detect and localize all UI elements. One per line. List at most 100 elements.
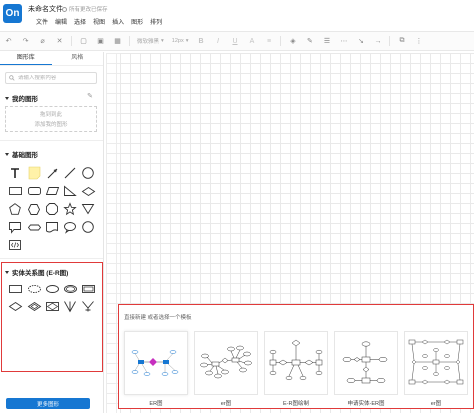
clear-format-icon[interactable]: ✕ [55, 36, 65, 46]
rounded-rectangle-shape[interactable] [26, 184, 42, 198]
curve-line-icon [64, 167, 76, 179]
attribute-ellipse-icon [45, 285, 59, 293]
sticky-note-shape[interactable] [26, 166, 42, 180]
star-shape[interactable] [62, 202, 78, 216]
font-family-select[interactable]: 微软雅黑 ▾ [137, 37, 164, 45]
line-style-icon[interactable]: ⋯ [339, 36, 349, 46]
speech-bubble-shape[interactable] [62, 220, 78, 234]
curve-shape[interactable] [62, 166, 78, 180]
diamond-shape[interactable] [80, 184, 96, 198]
cloud-shape[interactable] [26, 220, 42, 234]
er-crow-foot-one-shape[interactable] [80, 299, 96, 313]
italic-icon[interactable]: I [213, 36, 223, 46]
rectangle-shape[interactable] [7, 184, 23, 198]
template-thumbnail [342, 341, 388, 384]
font-color-icon[interactable]: A [247, 36, 257, 46]
er-entity-shape[interactable] [7, 282, 23, 296]
callout-shape[interactable] [7, 220, 23, 234]
more-shapes-button[interactable]: 更多图形 [6, 398, 90, 409]
template-thumbnail [200, 345, 252, 379]
text-shape[interactable] [7, 166, 23, 180]
line-color-icon[interactable]: ✎ [305, 36, 315, 46]
code-shape[interactable] [7, 238, 23, 252]
template-card[interactable] [264, 331, 328, 395]
er-multivalued-attribute-shape[interactable] [62, 282, 78, 296]
er-weak-entity-shape[interactable] [80, 282, 96, 296]
er-weak-relationship-shape[interactable] [26, 299, 42, 313]
edit-icon[interactable]: ✎ [87, 92, 93, 100]
menu-select[interactable]: 选择 [74, 17, 86, 26]
font-size-select[interactable]: 12px ▾ [172, 38, 189, 44]
template-card[interactable] [404, 331, 468, 395]
crows-foot-one-icon [82, 300, 94, 311]
my-shapes-hint-1: 拖到到此 [39, 112, 62, 118]
er-shapes-header[interactable]: 实体关系图 (E-R图) [5, 267, 68, 277]
parallelogram-shape[interactable] [44, 184, 60, 198]
menu-view[interactable]: 视图 [93, 17, 105, 26]
triangle-shape[interactable] [62, 184, 78, 198]
shape-search[interactable] [5, 72, 97, 84]
insert-image-icon[interactable]: ▣ [96, 36, 106, 46]
line-shape[interactable] [45, 166, 61, 180]
font-family-value: 微软雅黑 [137, 39, 160, 45]
insert-table-icon[interactable]: ▦ [113, 36, 123, 46]
circle-shape[interactable] [80, 166, 96, 180]
undo-icon[interactable]: ↶ [4, 36, 14, 46]
chevron-down-icon: ▾ [161, 38, 164, 44]
er-shapes-title: 实体关系图 (E-R图) [12, 270, 69, 277]
menu-shape[interactable]: 图形 [131, 17, 143, 26]
insert-shape-icon[interactable]: ▢ [79, 36, 89, 46]
diamond-icon [81, 186, 95, 196]
arrow-style-icon[interactable]: → [373, 36, 383, 46]
arrange-icon[interactable]: ⧉ [397, 36, 407, 46]
line-width-icon[interactable]: ☰ [322, 36, 332, 46]
hexagon-shape[interactable] [26, 202, 42, 216]
more-options-icon[interactable]: ⋮ [414, 36, 424, 46]
template-card[interactable] [194, 331, 258, 395]
document-shape[interactable] [44, 220, 60, 234]
redo-icon[interactable]: ↷ [21, 36, 31, 46]
er-crow-foot-many-shape[interactable] [62, 299, 78, 313]
search-icon [9, 75, 15, 81]
document-title[interactable]: 未命名文件 [28, 4, 63, 14]
hexagon-icon [27, 203, 41, 215]
er-attribute-dashed-shape[interactable] [26, 282, 42, 296]
octagon-shape[interactable] [44, 202, 60, 216]
toolbar-divider [389, 36, 391, 46]
template-label: E-R图绘制 [283, 401, 309, 407]
underline-icon[interactable]: U [230, 36, 240, 46]
menu-insert[interactable]: 插入 [112, 17, 124, 26]
fill-color-icon[interactable]: ◈ [288, 36, 298, 46]
menu-file[interactable]: 文件 [36, 17, 48, 26]
er-relationship-shape[interactable] [7, 299, 23, 313]
rectangle-icon [8, 187, 22, 195]
double-ellipse-icon [63, 285, 77, 293]
er-associative-entity-shape[interactable] [44, 299, 60, 313]
search-input[interactable] [17, 75, 96, 81]
template-card[interactable] [124, 331, 188, 395]
connector-style-icon[interactable]: ↘ [356, 36, 366, 46]
app-logo[interactable]: On [3, 4, 22, 23]
ellipse-shape[interactable] [80, 220, 96, 234]
align-icon[interactable]: ≡ [264, 36, 274, 46]
my-shapes-dropzone[interactable]: 拖到到此 添加我的图形 [5, 106, 97, 132]
template-thumbnail [269, 339, 323, 381]
pentagon-icon [9, 203, 21, 215]
my-shapes-header[interactable]: 我的图形 [5, 93, 38, 103]
template-label: er图 [220, 401, 232, 407]
tab-shape-library[interactable]: 图形库 [0, 52, 52, 65]
er-attribute-shape[interactable] [44, 282, 60, 296]
menu-arrange[interactable]: 排列 [150, 17, 162, 26]
tab-style[interactable]: 风格 [52, 52, 104, 65]
basic-shapes-title: 基础图形 [12, 152, 38, 159]
toolbar-divider [280, 36, 282, 46]
template-card[interactable] [334, 331, 398, 395]
section-divider [0, 140, 103, 141]
bold-icon[interactable]: B [196, 36, 206, 46]
save-status: 所有更改已保存 [62, 5, 108, 13]
pentagon-shape[interactable] [7, 202, 23, 216]
inverted-triangle-shape[interactable] [80, 202, 96, 216]
format-painter-icon[interactable]: ⌀ [38, 36, 48, 46]
menu-edit[interactable]: 编辑 [55, 17, 67, 26]
basic-shapes-header[interactable]: 基础图形 [5, 149, 38, 159]
